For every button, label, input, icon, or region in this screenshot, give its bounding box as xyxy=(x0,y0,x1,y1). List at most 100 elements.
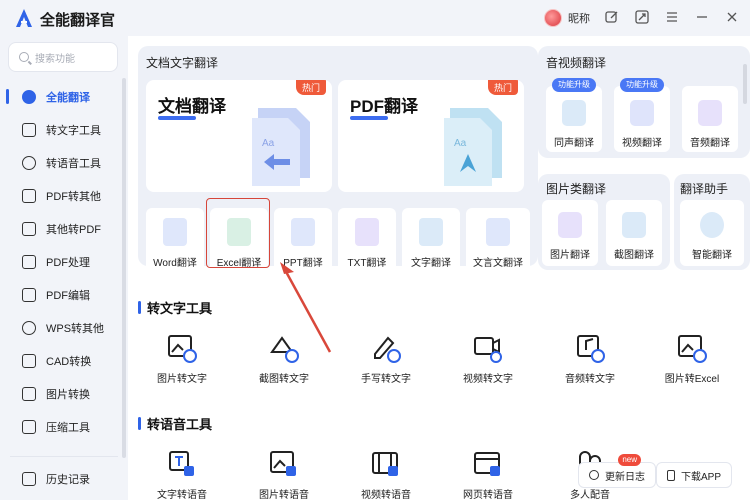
tool-label: 图片转Excel xyxy=(664,374,720,385)
tool-label: 视频转语音 xyxy=(361,490,411,500)
changelog-button[interactable]: 更新日志 new xyxy=(578,454,656,488)
tool-label: 网页转语音 xyxy=(463,490,513,500)
card-title: PDF翻译 xyxy=(350,97,418,116)
fullscreen-icon[interactable] xyxy=(634,10,650,26)
sidebar-item-label: 转文字工具 xyxy=(46,124,101,137)
txt-file-icon xyxy=(355,218,379,246)
text-translate-card[interactable]: 文字翻译 xyxy=(402,208,460,276)
handwriting-to-text-tool[interactable]: 手写转文字 xyxy=(336,332,436,385)
hot-badge: 热门 xyxy=(295,80,326,95)
assistant-section: 翻译助手 智能翻译 xyxy=(674,174,750,270)
download-label: 下载APP xyxy=(681,471,722,483)
annotation-arrow-icon xyxy=(280,262,332,353)
webpage-to-speech-tool[interactable]: 网页转语音 xyxy=(438,448,538,500)
tool-label: 截图转文字 xyxy=(259,374,309,385)
sidebar-item-other-to-pdf[interactable]: 其他转PDF xyxy=(0,212,128,245)
download-app-button[interactable]: 下载APP xyxy=(656,462,733,488)
video-translate-card[interactable]: 视频翻译 xyxy=(614,86,670,152)
phone-icon xyxy=(667,469,675,481)
sidebar-item-pdf-edit[interactable]: PDF编辑 xyxy=(0,278,128,311)
to-pdf-icon xyxy=(22,221,36,236)
text-to-speech-tool[interactable]: 文字转语音 xyxy=(132,448,232,500)
screenshot-translate-card[interactable]: 截图翻译 xyxy=(606,200,662,266)
image-translate-card[interactable]: 图片翻译 xyxy=(542,200,598,266)
sidebar-item-pdf-process[interactable]: PDF处理 xyxy=(0,245,128,278)
image-to-text-tool[interactable]: 图片转文字 xyxy=(132,332,232,385)
image-to-speech-tool[interactable]: 图片转语音 xyxy=(234,448,334,500)
changelog-label: 更新日志 xyxy=(605,471,645,483)
card-title: 文档翻译 xyxy=(158,97,226,116)
sidebar-item-pdf-to-other[interactable]: PDF转其他 xyxy=(0,179,128,212)
screenshot-icon xyxy=(622,212,646,238)
minimize-icon[interactable] xyxy=(694,10,710,26)
section-title: 音视频翻译 xyxy=(546,56,607,70)
txt-translate-card[interactable]: TXT翻译 xyxy=(338,208,396,276)
video-to-speech-tool[interactable]: 视频转语音 xyxy=(336,448,436,500)
section-title: 图片类翻译 xyxy=(546,182,607,196)
section-title: 文档文字翻译 xyxy=(146,56,219,70)
nickname[interactable]: 昵称 xyxy=(568,10,590,26)
tool-label: 文字转语音 xyxy=(157,490,207,500)
video-to-speech-icon xyxy=(372,452,398,476)
close-icon[interactable] xyxy=(724,10,740,26)
search-input[interactable]: 搜索功能 xyxy=(8,42,118,72)
sidebar-item-label: 压缩工具 xyxy=(46,421,90,434)
card-label: 智能翻译 xyxy=(692,250,732,261)
audio-to-text-tool[interactable]: 音频转文字 xyxy=(540,332,640,385)
pdf-convert-icon xyxy=(22,188,36,203)
menu-icon[interactable] xyxy=(664,10,680,26)
sidebar-item-translate[interactable]: 全能翻译 xyxy=(0,80,128,113)
audio-translate-card[interactable]: 音频翻译 xyxy=(682,86,738,152)
svg-text:Aa: Aa xyxy=(454,138,467,149)
image-to-speech-icon xyxy=(270,451,296,476)
classical-translate-card[interactable]: 文言文翻译 xyxy=(466,208,530,276)
excel-highlight-box xyxy=(206,198,270,268)
new-badge: new xyxy=(618,454,641,466)
card-label: 同声翻译 xyxy=(554,138,594,149)
history-button[interactable]: 历史记录 xyxy=(0,464,128,494)
sidebar-item-label: WPS转其他 xyxy=(46,322,105,335)
sidebar-item-label: PDF转其他 xyxy=(46,190,101,203)
pdf-translate-card[interactable]: PDF翻译 热门 Aa xyxy=(338,80,524,192)
sidebar-item-voice-tools[interactable]: 转语音工具 xyxy=(0,146,128,179)
card-label: 截图翻译 xyxy=(614,250,654,261)
av-translate-section: 音视频翻译 同声翻译 功能升级 视频翻译 功能升级 音频翻译 xyxy=(538,46,750,158)
sidebar-item-wps[interactable]: WPS转其他 xyxy=(0,311,128,344)
sidebar-item-label: CAD转换 xyxy=(46,355,92,368)
card-label: 音频翻译 xyxy=(690,138,730,149)
card-label: 文字翻译 xyxy=(411,258,451,269)
tool-label: 图片转文字 xyxy=(157,374,207,385)
wps-icon xyxy=(22,320,36,335)
handwriting-to-text-icon xyxy=(374,336,401,363)
simultaneous-translate-card[interactable]: 同声翻译 xyxy=(546,86,602,152)
main-panel: 文档文字翻译 文档翻译 热门 Aa PDF翻译 热门 Aa Word翻译 Exc… xyxy=(128,36,750,500)
tool-label: 音频转文字 xyxy=(565,374,615,385)
hot-badge: 热门 xyxy=(487,80,518,95)
image-to-excel-icon xyxy=(678,335,707,363)
main-scrollbar[interactable] xyxy=(743,64,747,104)
sidebar-item-compress[interactable]: 压缩工具 xyxy=(0,410,128,443)
image-icon xyxy=(558,212,582,238)
sidebar-item-cad[interactable]: CAD转换 xyxy=(0,344,128,377)
avatar[interactable] xyxy=(544,9,562,27)
sidebar-item-label: 全能翻译 xyxy=(46,91,90,104)
sidebar-scrollbar[interactable] xyxy=(122,78,126,458)
cad-icon xyxy=(22,353,36,368)
card-label: 视频翻译 xyxy=(622,138,662,149)
video-to-text-tool[interactable]: 视频转文字 xyxy=(438,332,538,385)
classical-file-icon xyxy=(486,218,510,246)
card-label: TXT翻译 xyxy=(347,258,387,269)
upgrade-tag: 功能升级 xyxy=(552,78,596,92)
app-logo-icon xyxy=(16,9,32,27)
edit-icon[interactable] xyxy=(604,10,620,26)
history-icon xyxy=(22,472,36,486)
image-to-excel-tool[interactable]: 图片转Excel xyxy=(642,332,742,385)
card-label: Word翻译 xyxy=(153,258,197,269)
sidebar-item-text-tools[interactable]: 转文字工具 xyxy=(0,113,128,146)
smart-translate-card[interactable]: 智能翻译 xyxy=(680,200,744,266)
word-translate-card[interactable]: Word翻译 xyxy=(146,208,204,276)
doc-translate-card[interactable]: 文档翻译 热门 Aa xyxy=(146,80,332,192)
sidebar-item-label: PDF编辑 xyxy=(46,289,90,302)
text-file-icon xyxy=(419,218,443,246)
sidebar-item-image-convert[interactable]: 图片转换 xyxy=(0,377,128,410)
